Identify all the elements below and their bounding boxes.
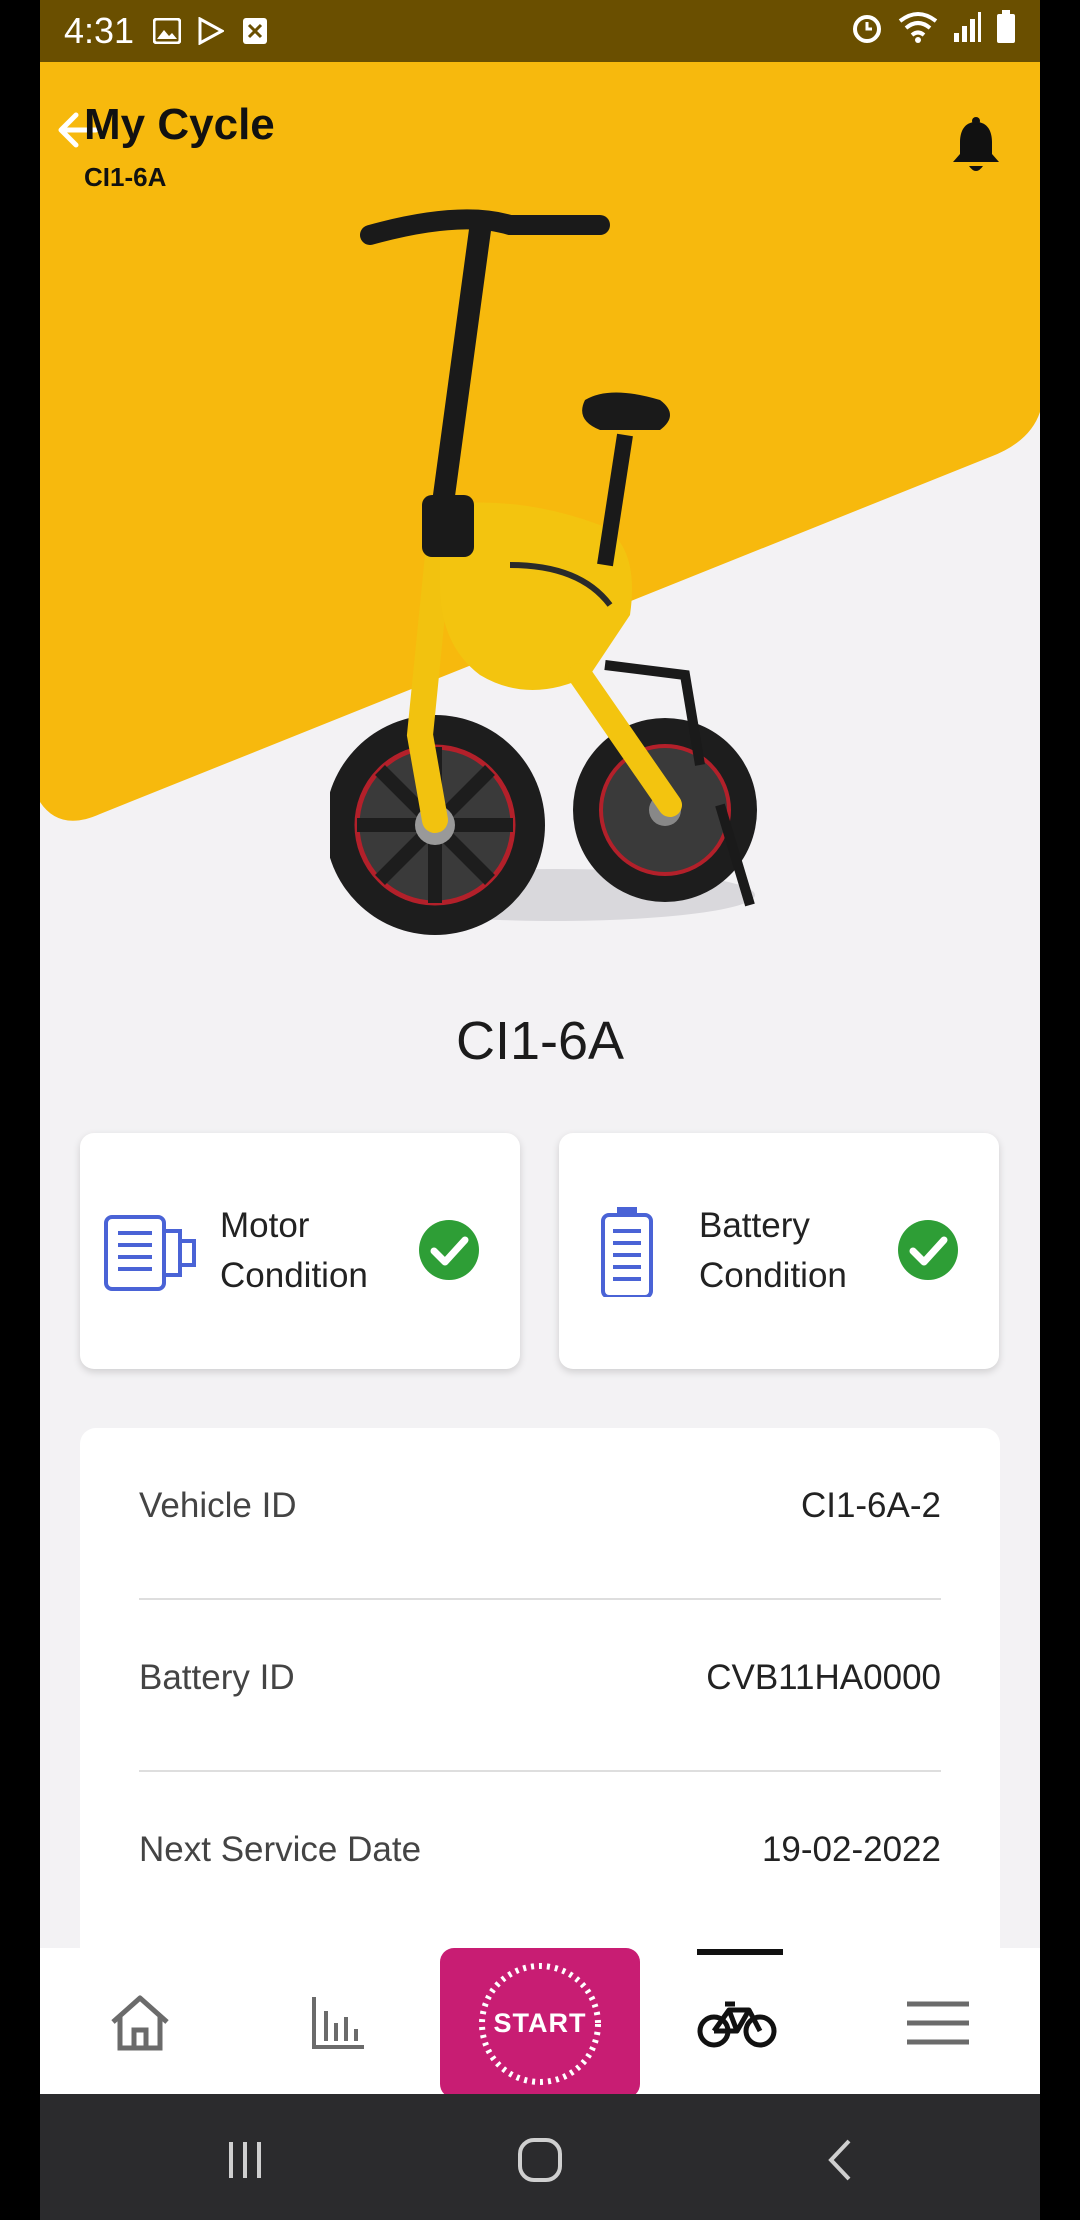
home-icon (111, 1995, 169, 2051)
nav-home[interactable] (95, 1988, 185, 2058)
detail-row-next-service-date: Next Service Date 19-02-2022 (139, 1772, 941, 1944)
bicycle-icon (697, 2001, 777, 2048)
battery-icon (601, 1207, 653, 1297)
start-label: START (493, 2007, 587, 2038)
nav-stats[interactable] (293, 1988, 383, 2058)
vehicle-details-card: Vehicle ID CI1-6A-2 Battery ID CVB11HA00… (80, 1428, 1000, 1968)
recents-button[interactable] (215, 2130, 275, 2190)
excel-icon (240, 16, 270, 46)
motor-condition-label: Motor Condition (220, 1206, 368, 1295)
nav-my-cycle[interactable] (692, 1988, 782, 2058)
notification-button[interactable] (948, 116, 1004, 176)
detail-value: 19-02-2022 (761, 1830, 941, 1869)
nav-menu[interactable] (893, 1988, 983, 2058)
battery-condition-label: Battery Condition (699, 1206, 847, 1295)
home-system-button[interactable] (510, 2130, 570, 2190)
motor-icon (104, 1215, 196, 1291)
battery-condition-card[interactable]: Battery Condition (559, 1133, 999, 1369)
detail-row-vehicle-id: Vehicle ID CI1-6A-2 (139, 1428, 941, 1600)
motor-condition-card[interactable]: Motor Condition (80, 1133, 520, 1369)
detail-label: Battery ID (139, 1658, 295, 1697)
system-nav-bar (40, 2094, 1040, 2220)
start-button[interactable]: START (440, 1948, 640, 2098)
gallery-icon (152, 16, 182, 46)
detail-row-battery-id: Battery ID CVB11HA0000 (139, 1600, 941, 1772)
battery-status-icon (996, 9, 1016, 53)
page-subtitle: CI1-6A (84, 162, 167, 192)
vehicle-name: CI1-6A (455, 1011, 625, 1071)
check-circle-icon (419, 1220, 479, 1280)
detail-label: Next Service Date (139, 1830, 422, 1869)
home-circle-icon (518, 2138, 562, 2182)
status-bar: 4:31 (40, 0, 1040, 62)
detail-value: CVB11HA0000 (706, 1658, 941, 1697)
alarm-icon (850, 10, 884, 53)
play-store-icon (196, 16, 226, 46)
app-header: My Cycle CI1-6A (40, 62, 1040, 202)
chevron-left-icon (828, 2139, 851, 2181)
signal-icon (952, 10, 982, 52)
status-time: 4:31 (64, 10, 135, 51)
detail-value: CI1-6A-2 (800, 1486, 941, 1525)
recents-icon (229, 2142, 261, 2178)
bell-icon (953, 117, 999, 171)
active-tab-indicator (697, 1949, 783, 1955)
status-icons (850, 9, 1016, 53)
detail-label: Vehicle ID (139, 1486, 297, 1525)
bicycle-image (330, 209, 757, 935)
menu-icon (907, 2001, 969, 2045)
check-circle-icon (898, 1220, 958, 1280)
stats-icon (312, 1997, 364, 2049)
back-system-button[interactable] (810, 2130, 870, 2190)
wifi-icon (898, 10, 938, 52)
page-title: My Cycle (84, 100, 275, 149)
